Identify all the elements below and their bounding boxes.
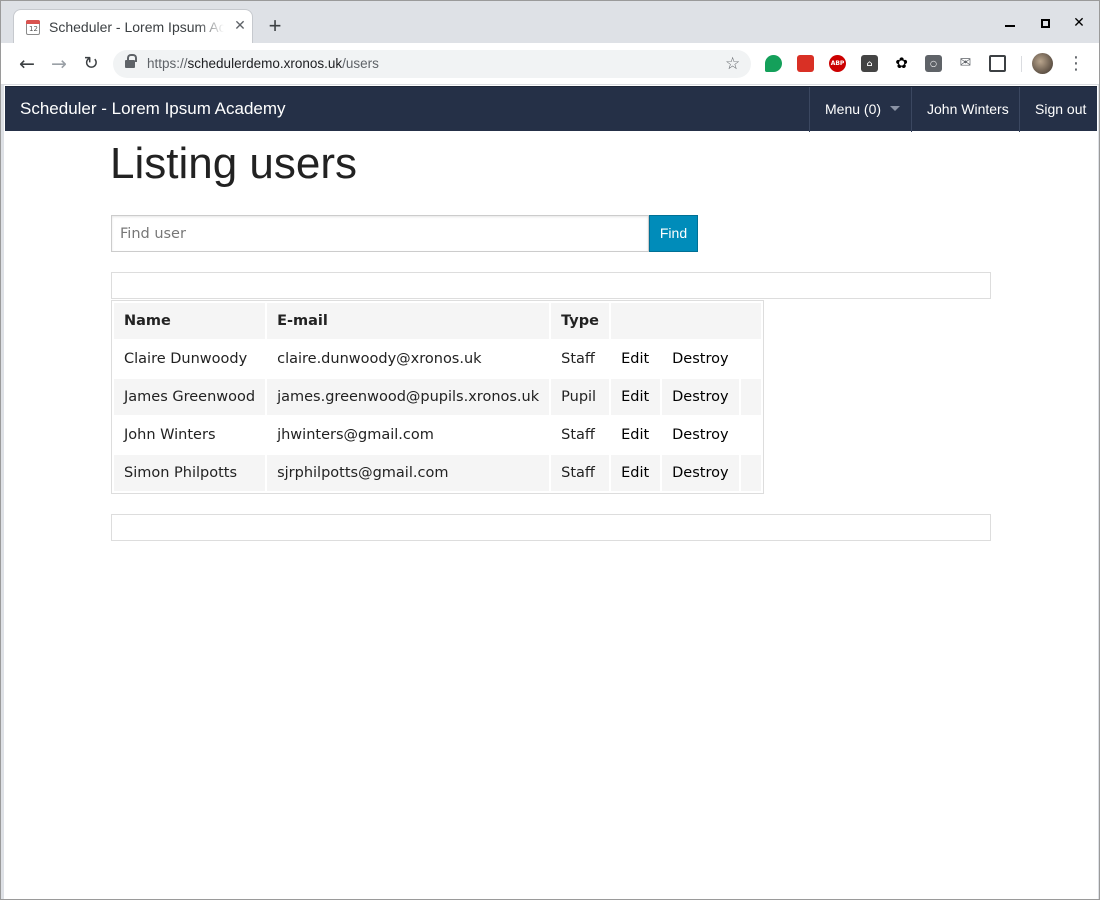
edit-link[interactable]: Edit [611, 379, 661, 415]
reload-icon[interactable]: ↻ [78, 51, 104, 77]
table-row: James Greenwood james.greenwood@pupils.x… [114, 379, 761, 415]
browser-window: 12 Scheduler - Lorem Ipsum Academy ✕ + ✕… [0, 0, 1100, 900]
tab-title: Scheduler - Lorem Ipsum Academy [49, 19, 224, 35]
row-padding-cell [741, 341, 761, 377]
page-title: Listing users [110, 139, 358, 188]
row-padding-cell [741, 417, 761, 453]
user-type: Staff [561, 427, 595, 443]
forward-arrow-icon[interactable]: → [46, 51, 72, 77]
profile-avatar[interactable] [1032, 53, 1053, 74]
table-row: John Winters jhwinters@gmail.com Staff E… [114, 417, 761, 453]
url-path: /users [342, 56, 379, 71]
find-user-input[interactable] [111, 215, 649, 252]
user-name: Simon Philpotts [114, 455, 266, 491]
mail-icon[interactable]: ✉ [957, 55, 974, 72]
user-email: claire.dunwoody@xronos.uk [277, 351, 482, 367]
star-icon[interactable]: ☆ [725, 54, 740, 74]
caret-down-icon [890, 106, 901, 112]
user-name: James Greenwood [114, 379, 266, 415]
browser-toolbar: ← → ↻ https://schedulerdemo.xronos.uk/us… [1, 43, 1099, 85]
minimize-icon[interactable] [993, 11, 1027, 35]
destroy-link[interactable]: Destroy [662, 341, 738, 377]
window-close-icon[interactable]: ✕ [1062, 11, 1096, 35]
sign-out-link[interactable]: Sign out [1019, 87, 1098, 132]
web-page: Scheduler - Lorem Ipsum Academy Menu (0)… [4, 85, 1098, 899]
user-type: Pupil [551, 379, 610, 415]
user-email: jhwinters@gmail.com [277, 427, 434, 443]
users-table: Name E-mail Type Claire Dunwoody claire.… [111, 300, 764, 494]
find-button[interactable]: Find [649, 215, 698, 252]
table-row: Simon Philpotts sjrphilpotts@gmail.com S… [114, 455, 761, 491]
back-arrow-icon[interactable]: ← [14, 51, 40, 77]
address-bar[interactable]: https://schedulerdemo.xronos.uk/users ☆ [113, 50, 751, 78]
url-text[interactable]: https://schedulerdemo.xronos.uk/users [147, 56, 379, 71]
header-type: Type [551, 303, 610, 339]
new-tab-plus-icon[interactable]: + [263, 14, 287, 38]
destroy-link[interactable]: Destroy [662, 455, 739, 491]
calendar-favicon-icon: 12 [26, 20, 40, 35]
maximize-icon[interactable] [1028, 11, 1062, 35]
user-name: John Winters [124, 427, 216, 443]
browser-tab[interactable]: 12 Scheduler - Lorem Ipsum Academy ✕ [13, 9, 253, 43]
app-brand[interactable]: Scheduler - Lorem Ipsum Academy [20, 99, 286, 119]
evernote-icon[interactable] [765, 55, 782, 72]
house-icon[interactable]: ⌂ [861, 55, 878, 72]
bulb-icon[interactable]: ○ [925, 55, 942, 72]
url-host: schedulerdemo.xronos.uk [187, 56, 343, 71]
user-email: james.greenwood@pupils.xronos.uk [267, 379, 550, 415]
pagination-bottom [111, 514, 991, 541]
user-email: sjrphilpotts@gmail.com [267, 455, 550, 491]
menu-dropdown[interactable]: Menu (0) [809, 87, 911, 132]
user-type: Staff [561, 351, 595, 367]
tab-strip: 12 Scheduler - Lorem Ipsum Academy ✕ + ✕ [1, 1, 1099, 43]
user-name: Claire Dunwoody [124, 351, 248, 367]
adblock-icon[interactable]: ABP [829, 55, 846, 72]
destroy-link[interactable]: Destroy [662, 417, 738, 453]
pagination-top [111, 272, 991, 299]
header-email: E-mail [267, 303, 550, 339]
lock-icon[interactable] [125, 54, 137, 70]
screenshot-icon[interactable] [989, 55, 1006, 72]
row-padding-cell [740, 455, 761, 491]
favicon-text: 12 [29, 25, 38, 33]
table-header-row: Name E-mail Type [114, 303, 761, 339]
destroy-link[interactable]: Destroy [662, 379, 739, 415]
menu-label: Menu (0) [825, 101, 882, 117]
tab-close-icon[interactable]: ✕ [231, 17, 249, 35]
url-scheme: https:// [147, 56, 188, 71]
header-name: Name [114, 303, 266, 339]
edit-link[interactable]: Edit [611, 417, 660, 453]
user-link[interactable]: John Winters [911, 87, 1019, 132]
row-padding-cell [740, 379, 761, 415]
table-row: Claire Dunwoody claire.dunwoody@xronos.u… [114, 341, 761, 377]
edit-link[interactable]: Edit [611, 455, 661, 491]
toolbar-divider [1021, 56, 1022, 72]
pdf-icon[interactable] [797, 55, 814, 72]
header-actions [611, 303, 761, 339]
edit-link[interactable]: Edit [611, 341, 660, 377]
user-type: Staff [551, 455, 610, 491]
kebab-menu-icon[interactable]: ⋮ [1067, 52, 1085, 76]
paw-icon[interactable]: ✿ [893, 55, 910, 72]
app-navbar: Scheduler - Lorem Ipsum Academy Menu (0)… [5, 86, 1098, 132]
